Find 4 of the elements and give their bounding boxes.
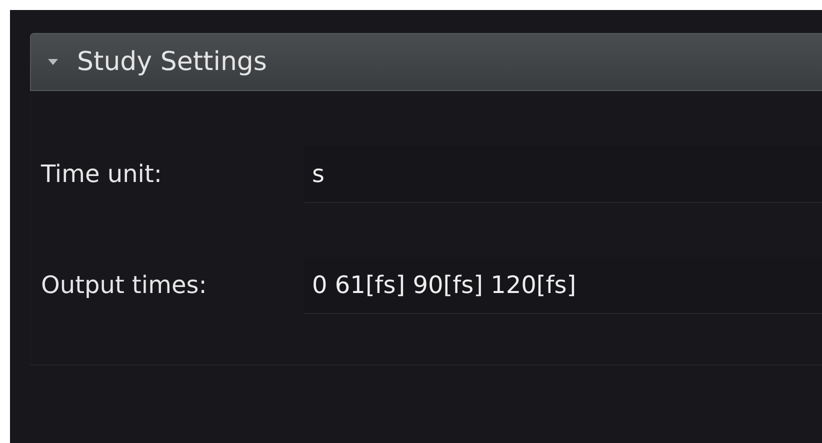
section-title: Study Settings	[77, 47, 267, 77]
field-label: Time unit:	[41, 160, 163, 188]
section-header[interactable]: Study Settings	[30, 33, 822, 91]
field-label: Output times:	[41, 271, 208, 299]
